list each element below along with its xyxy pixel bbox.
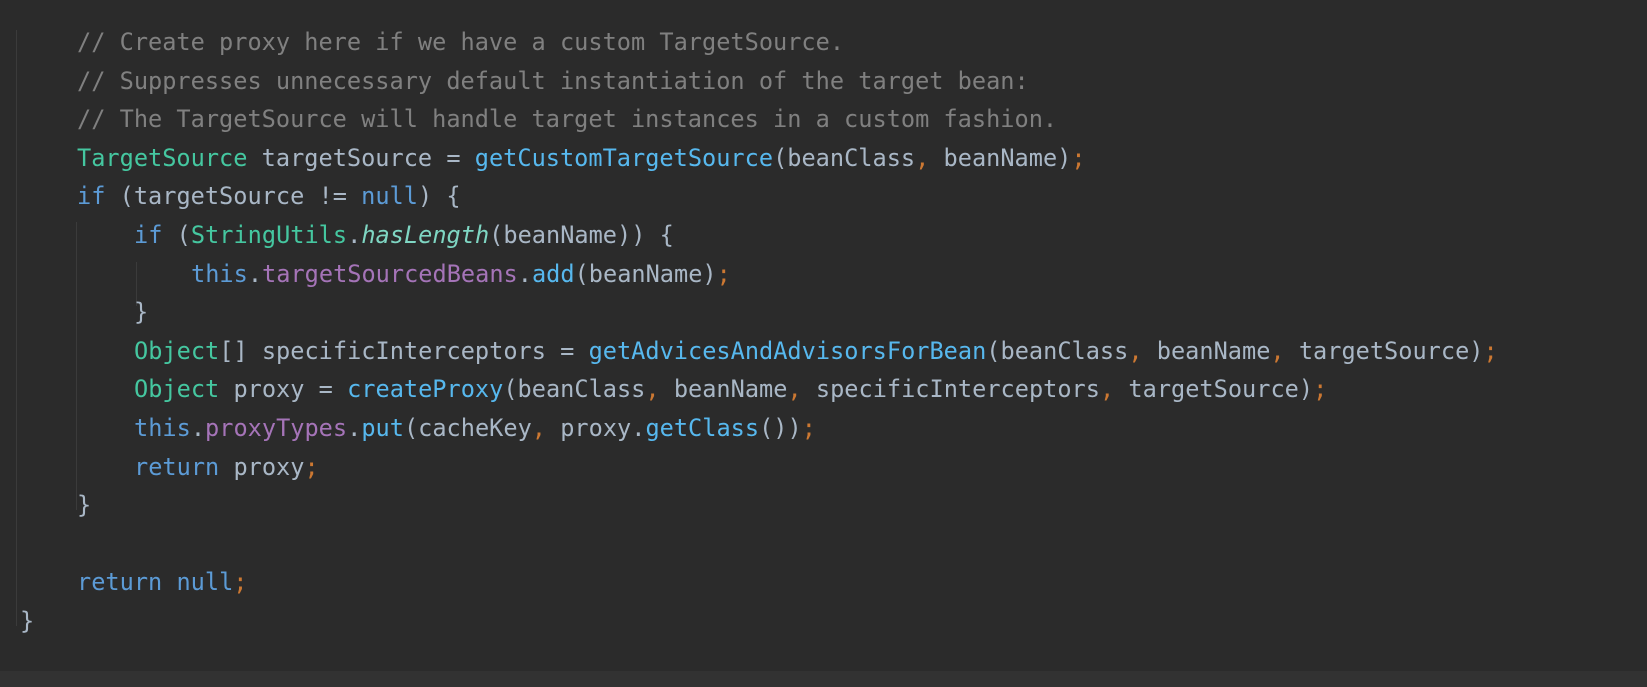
code-token-plain: (	[162, 221, 191, 249]
code-token-punct: ;	[1483, 336, 1498, 365]
code-line[interactable]: }	[20, 601, 34, 641]
code-token-plain: specificInterceptors	[801, 375, 1100, 404]
horizontal-scrollbar-track[interactable]	[0, 671, 1647, 687]
code-token-plain: (cacheKey	[403, 414, 532, 442]
code-token-plain: }	[77, 491, 92, 520]
code-token-type: TargetSource	[77, 143, 248, 172]
code-token-plain: }	[134, 298, 149, 327]
code-token-method: add	[531, 259, 575, 288]
code-token-punct: ;	[1313, 375, 1328, 404]
code-line[interactable]: Object proxy = createProxy(beanClass, be…	[134, 369, 1327, 409]
code-line[interactable]: }	[77, 485, 91, 525]
code-token-plain: targetSource)	[1114, 375, 1314, 404]
code-token-punct: ;	[1071, 143, 1086, 172]
code-line[interactable]: TargetSource targetSource = getCustomTar…	[77, 138, 1086, 178]
code-token-plain: .	[347, 414, 362, 442]
code-token-keyword: null	[361, 182, 418, 211]
code-token-type: Object	[134, 336, 220, 365]
code-token-plain: .	[247, 259, 263, 288]
code-token-plain: proxy	[219, 452, 305, 481]
code-line[interactable]: // Create proxy here if we have a custom…	[77, 22, 844, 62]
code-token-plain: }	[20, 607, 35, 635]
code-token-punct: ;	[304, 452, 319, 481]
code-token-method: put	[361, 414, 404, 442]
code-token-plain: (beanClass	[986, 336, 1129, 365]
code-token-comment: // Suppresses unnecessary default instan…	[77, 66, 1029, 95]
code-line[interactable]: this.proxyTypes.put(cacheKey, proxy.getC…	[134, 408, 816, 448]
code-token-punct: ,	[1099, 375, 1115, 404]
code-line[interactable]: // The TargetSource will handle target i…	[77, 99, 1057, 139]
code-token-keyword: null	[176, 568, 234, 597]
code-token-punct: ,	[1270, 336, 1285, 365]
indent-guide-if-block	[76, 222, 77, 510]
code-token-punct: ;	[801, 414, 816, 442]
code-token-plain: (beanName)	[574, 259, 717, 288]
code-token-plain: (targetSource !=	[105, 182, 362, 211]
code-token-keyword: return	[77, 568, 163, 597]
code-token-plain: (beanClass	[503, 375, 646, 404]
code-token-plain: beanName	[1142, 336, 1271, 365]
code-token-method: createProxy	[347, 375, 504, 404]
code-token-keyword: return	[134, 452, 220, 481]
code-token-plain: (beanClass	[773, 143, 916, 172]
code-token-punct: ,	[1128, 336, 1143, 365]
code-token-field: proxyTypes	[205, 414, 348, 442]
code-token-plain: .	[347, 221, 362, 249]
code-token-punct: ,	[915, 143, 930, 172]
code-token-plain: .	[190, 414, 206, 442]
code-token-plain: ) {	[417, 182, 461, 211]
code-token-type: StringUtils	[190, 221, 348, 249]
code-token-punct: ,	[787, 375, 802, 404]
code-token-plain: beanName	[659, 375, 788, 404]
code-token-plain: targetSource =	[247, 143, 475, 172]
code-token-punct: ;	[716, 259, 731, 288]
code-token-keyword: this	[191, 259, 248, 288]
code-token-punct: ;	[233, 568, 248, 597]
code-token-comment: // The TargetSource will handle target i…	[77, 105, 1058, 134]
code-line[interactable]: Object[] specificInterceptors = getAdvic…	[134, 331, 1498, 371]
code-line[interactable]: return null;	[77, 562, 248, 602]
code-line[interactable]: if (StringUtils.hasLength(beanName)) {	[134, 215, 674, 255]
code-line[interactable]: return proxy;	[134, 447, 319, 487]
code-editor[interactable]: // Create proxy here if we have a custom…	[0, 0, 1647, 671]
code-token-keyword: this	[134, 414, 191, 442]
code-token-method: getCustomTargetSource	[474, 143, 774, 172]
code-token-type: Object	[134, 375, 220, 404]
code-token-field: targetSourcedBeans	[262, 259, 518, 288]
code-token-method: getClass	[645, 414, 760, 442]
code-token-method: getAdvicesAndAdvisorsForBean	[588, 336, 987, 365]
code-token-plain: ())	[759, 414, 802, 442]
code-token-italic: hasLength	[361, 221, 490, 249]
code-token-plain: targetSource)	[1284, 336, 1484, 365]
code-token-plain: proxy =	[219, 375, 348, 404]
code-token-comment: // Create proxy here if we have a custom…	[77, 28, 845, 56]
code-line[interactable]: if (targetSource != null) {	[77, 176, 461, 216]
code-token-plain: [] specificInterceptors =	[219, 336, 589, 365]
code-token-punct: ,	[645, 375, 660, 404]
indent-guide-outer	[16, 30, 17, 626]
code-token-plain: proxy.	[546, 414, 646, 442]
code-token-keyword: if	[77, 182, 106, 211]
code-token-plain: (beanName)) {	[489, 221, 674, 249]
code-token-keyword: if	[134, 221, 163, 249]
code-line[interactable]: this.targetSourcedBeans.add(beanName);	[191, 254, 731, 294]
code-line[interactable]: }	[134, 292, 148, 332]
code-token-punct: ,	[531, 414, 546, 442]
code-line[interactable]: // Suppresses unnecessary default instan…	[77, 61, 1029, 101]
code-token-plain: .	[517, 259, 532, 288]
code-token-plain: beanName)	[929, 143, 1072, 172]
